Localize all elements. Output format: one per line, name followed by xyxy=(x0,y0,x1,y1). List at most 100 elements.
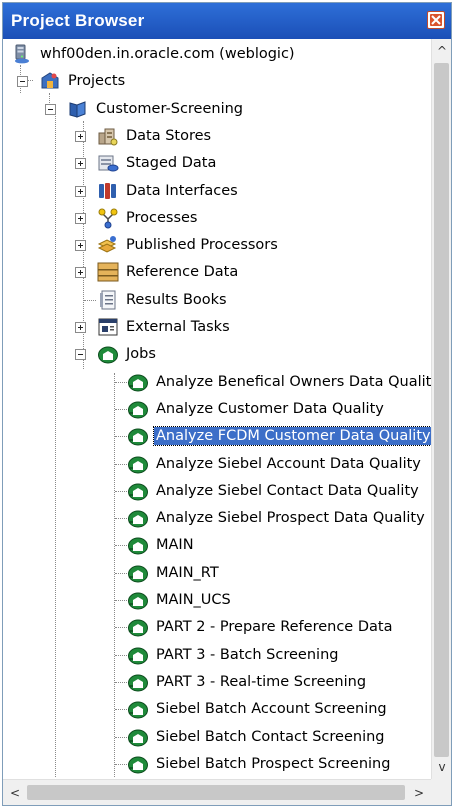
tree-node-job[interactable]: Analyze FCDM Customer Data Quality xyxy=(127,423,431,449)
tree-node-projects[interactable]: Projects xyxy=(39,68,127,94)
project-tree[interactable]: whf00den.in.oracle.com (weblogic) Project… xyxy=(3,39,431,779)
job-icon xyxy=(127,616,149,638)
expand-toggle-icon[interactable] xyxy=(75,267,86,279)
tree-node-job[interactable]: Analyze Siebel Prospect Data Quality xyxy=(127,505,427,531)
tree-node-server[interactable]: whf00den.in.oracle.com (weblogic) xyxy=(11,41,297,67)
tree-guide-line xyxy=(115,408,127,410)
tree-node-job[interactable]: Analyze Customer Data Quality xyxy=(127,396,386,422)
job-icon xyxy=(127,425,149,447)
tree-node-job[interactable]: PART 3 - Batch Screening xyxy=(127,642,340,668)
job-icon xyxy=(127,753,149,775)
job-icon xyxy=(127,480,149,502)
vertical-scrollbar[interactable]: ^ v xyxy=(431,39,451,779)
tree-node-jobs[interactable]: Jobs xyxy=(97,341,158,367)
tree-node-label: MAIN_UCS xyxy=(156,592,231,608)
expand-toggle-icon[interactable] xyxy=(75,185,86,197)
tree-node-job[interactable]: PART 3 - Real-time Screening xyxy=(127,669,368,695)
tree-guide-line xyxy=(115,436,127,438)
tree-node-job[interactable]: MAIN_UCS xyxy=(127,587,233,613)
collapse-toggle-icon[interactable] xyxy=(17,76,28,88)
expand-toggle-icon[interactable] xyxy=(75,322,86,333)
tree-guide-line xyxy=(84,299,96,301)
horizontal-scrollbar[interactable]: < > xyxy=(3,779,431,805)
collapse-toggle-icon[interactable] xyxy=(75,349,86,361)
tree-node-label: Data Interfaces xyxy=(126,182,238,199)
tree-node-job[interactable]: Siebel Batch Contact Screening xyxy=(127,724,387,750)
tree-node-label: Customer-Screening xyxy=(96,100,244,117)
tree-guide-line xyxy=(115,463,127,465)
tree-node-label: Siebel Batch Contact Screening xyxy=(156,728,385,745)
tree-node-label: Analyze Siebel Contact Data Quality xyxy=(156,482,419,499)
tree-node-data-stores[interactable]: Data Stores xyxy=(97,123,213,149)
tree-guide-line xyxy=(115,709,127,711)
expand-toggle-icon[interactable] xyxy=(75,130,86,142)
tree-node-published-processors[interactable]: Published Processors xyxy=(97,232,280,258)
horizontal-scroll-thumb[interactable] xyxy=(27,785,405,800)
vertical-scroll-thumb[interactable] xyxy=(434,63,449,757)
reference-data-icon xyxy=(97,261,119,283)
tree-node-label: Published Processors xyxy=(126,237,278,254)
tree-node-job[interactable]: MAIN xyxy=(127,532,196,558)
tree-guide-line xyxy=(115,490,127,492)
tree-node-job[interactable]: Analyze Siebel Account Data Quality xyxy=(127,451,423,477)
tree-node-customer-screening[interactable]: Customer-Screening xyxy=(67,96,245,122)
tree-node-label: PART 3 - Real-time Screening xyxy=(156,673,367,690)
tree-node-label: Siebel Batch Account Screening xyxy=(156,701,387,718)
tree-node-data-interfaces[interactable]: Data Interfaces xyxy=(97,178,240,204)
tree-node-job[interactable]: Siebel Batch Account Screening xyxy=(127,696,389,722)
tree-node-label: Analyze Benefical Owners Data Qualit xyxy=(156,373,431,390)
tree-node-label: Analyze Siebel Prospect Data Quality xyxy=(156,510,425,527)
scrollbar-corner xyxy=(431,779,451,805)
staged-data-icon xyxy=(97,152,119,174)
job-icon xyxy=(127,644,149,666)
tree-node-processes[interactable]: Processes xyxy=(97,205,199,231)
tree-node-label: Staged Data xyxy=(126,155,217,172)
tree-node-label: Projects xyxy=(68,73,126,90)
tree-node-label: Data Stores xyxy=(126,127,212,144)
tree-node-label: Processes xyxy=(126,209,198,226)
tree-node-label: PART 3 - Batch Screening xyxy=(156,646,339,663)
tree-guide-line xyxy=(115,518,127,520)
tree-node-label: whf00den.in.oracle.com (weblogic) xyxy=(40,46,295,62)
tree-guide-line xyxy=(55,107,56,777)
expand-toggle-icon[interactable] xyxy=(75,212,86,224)
tree-node-external-tasks[interactable]: External Tasks xyxy=(97,314,232,340)
tree-node-label: Analyze Siebel Account Data Quality xyxy=(156,455,421,472)
scroll-up-arrow[interactable]: ^ xyxy=(432,41,452,61)
tree-node-label: Siebel Batch Prospect Screening xyxy=(156,755,391,772)
tree-guide-line xyxy=(115,627,127,629)
collapse-toggle-icon[interactable] xyxy=(45,103,56,115)
close-icon xyxy=(430,14,442,26)
close-button[interactable] xyxy=(427,11,445,29)
tree-node-label: Jobs xyxy=(126,346,156,363)
tree-node-reference-data[interactable]: Reference Data xyxy=(97,259,240,285)
server-icon xyxy=(11,43,33,65)
project-book-icon xyxy=(67,98,89,120)
tree-node-staged-data[interactable]: Staged Data xyxy=(97,150,218,176)
processes-icon xyxy=(97,207,119,229)
expand-toggle-icon[interactable] xyxy=(75,158,86,170)
tree-node-job[interactable]: Siebel Batch Prospect Screening xyxy=(127,751,392,777)
scroll-left-arrow[interactable]: < xyxy=(5,783,25,803)
expand-toggle-icon[interactable] xyxy=(75,240,86,252)
tree-guide-line xyxy=(114,373,115,777)
tree-guide-line xyxy=(115,381,127,383)
external-tasks-icon xyxy=(97,316,119,338)
tree-node-job[interactable]: Analyze Siebel Contact Data Quality xyxy=(127,478,421,504)
tree-node-job[interactable]: PART 2 - Prepare Reference Data xyxy=(127,614,394,640)
title-bar[interactable]: Project Browser xyxy=(3,3,451,39)
tree-node-job[interactable]: MAIN_RT xyxy=(127,560,221,586)
published-processors-icon xyxy=(97,234,119,256)
tree-node-label: External Tasks xyxy=(126,319,230,335)
tree-guide-line xyxy=(115,600,127,601)
tree-guide-line xyxy=(115,654,127,656)
tree-node-results-books[interactable]: Results Books xyxy=(97,287,229,313)
scroll-right-arrow[interactable]: > xyxy=(409,783,429,803)
tree-node-label: Results Books xyxy=(126,291,227,308)
tree-node-job[interactable]: Analyze Benefical Owners Data Qualit xyxy=(127,369,431,395)
tree-node-label: MAIN_RT xyxy=(156,564,219,581)
job-icon xyxy=(127,698,149,720)
scroll-down-arrow[interactable]: v xyxy=(432,757,452,777)
window-title: Project Browser xyxy=(11,11,145,30)
tree-guide-line xyxy=(115,545,127,547)
